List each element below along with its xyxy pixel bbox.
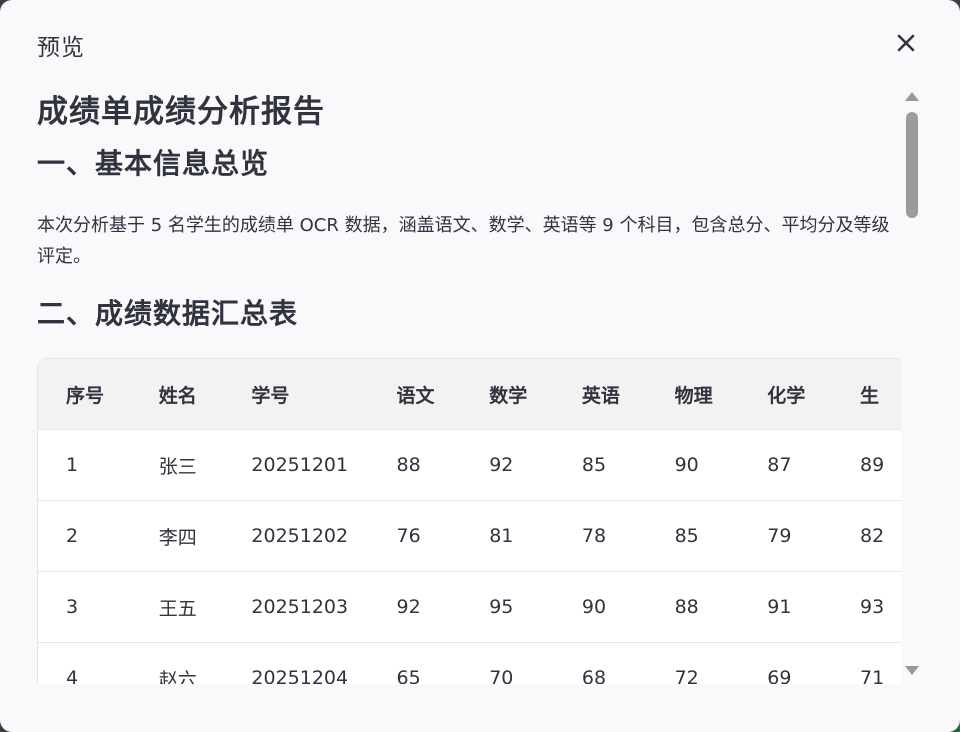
cell-biology: 89 bbox=[860, 429, 901, 501]
cell-name: 李四 bbox=[158, 500, 252, 572]
cell-english: 90 bbox=[581, 571, 675, 643]
modal-header: 预览 bbox=[0, 0, 960, 86]
section-heading-overview: 一、基本信息总览 bbox=[37, 147, 270, 180]
cell-biology: 93 bbox=[860, 571, 901, 643]
cell-student-id: 20251204 bbox=[251, 642, 397, 684]
cell-chinese: 92 bbox=[396, 571, 490, 643]
column-header-biology[interactable]: 生 bbox=[860, 359, 901, 430]
cell-index: 4 bbox=[38, 642, 159, 684]
cell-english: 78 bbox=[581, 500, 675, 572]
vertical-scrollbar[interactable] bbox=[902, 86, 922, 684]
cell-math: 70 bbox=[489, 642, 582, 684]
scroll-down-arrow-icon[interactable] bbox=[905, 666, 919, 675]
column-header-chinese[interactable]: 语文 bbox=[396, 359, 490, 430]
modal-title: 预览 bbox=[37, 35, 85, 61]
cell-index: 1 bbox=[38, 429, 159, 501]
cell-student-id: 20251202 bbox=[251, 500, 397, 572]
report-title: 成绩单成绩分析报告 bbox=[37, 94, 325, 130]
close-button[interactable] bbox=[892, 29, 920, 57]
cell-chemistry: 91 bbox=[767, 571, 860, 643]
cell-name: 张三 bbox=[158, 429, 252, 501]
cell-math: 81 bbox=[489, 500, 582, 572]
cell-english: 68 bbox=[581, 642, 675, 684]
cell-physics: 88 bbox=[674, 571, 768, 643]
grades-table: 序号 姓名 学号 语文 数学 英语 物理 化学 生 1 张三 20251201 … bbox=[38, 359, 901, 684]
cell-student-id: 20251203 bbox=[251, 571, 397, 643]
preview-content[interactable]: 成绩单成绩分析报告 一、基本信息总览 本次分析基于 5 名学生的成绩单 OCR … bbox=[37, 86, 901, 684]
cell-physics: 72 bbox=[674, 642, 768, 684]
column-header-physics[interactable]: 物理 bbox=[674, 359, 768, 430]
column-header-math[interactable]: 数学 bbox=[489, 359, 582, 430]
cell-chinese: 76 bbox=[396, 500, 490, 572]
intro-paragraph: 本次分析基于 5 名学生的成绩单 OCR 数据，涵盖语文、数学、英语等 9 个科… bbox=[37, 215, 890, 267]
column-header-english[interactable]: 英语 bbox=[581, 359, 675, 430]
cell-index: 3 bbox=[38, 571, 159, 643]
scroll-up-arrow-icon[interactable] bbox=[905, 92, 919, 101]
cell-biology: 71 bbox=[860, 642, 901, 684]
scrollbar-thumb[interactable] bbox=[906, 112, 918, 218]
cell-student-id: 20251201 bbox=[251, 429, 397, 501]
cell-math: 92 bbox=[489, 429, 582, 501]
cell-physics: 85 bbox=[674, 500, 768, 572]
cell-name: 王五 bbox=[158, 571, 252, 643]
preview-modal: 预览 成绩单成绩分析报告 一、基本信息总览 本次分析基于 5 名学生的成绩单 O… bbox=[0, 0, 960, 732]
column-header-student-id[interactable]: 学号 bbox=[251, 359, 397, 430]
table-row: 2 李四 20251202 76 81 78 85 79 82 bbox=[38, 500, 901, 572]
cell-index: 2 bbox=[38, 500, 159, 572]
cell-chinese: 88 bbox=[396, 429, 490, 501]
close-icon bbox=[897, 34, 915, 52]
cell-chemistry: 87 bbox=[767, 429, 860, 501]
cell-physics: 90 bbox=[674, 429, 768, 501]
table-row: 3 王五 20251203 92 95 90 88 91 93 bbox=[38, 571, 901, 643]
section-heading-summary-table: 二、成绩数据汇总表 bbox=[37, 297, 299, 330]
table-header-row: 序号 姓名 学号 语文 数学 英语 物理 化学 生 bbox=[38, 359, 901, 430]
table-row: 4 赵六 20251204 65 70 68 72 69 71 bbox=[38, 642, 901, 684]
table-row: 1 张三 20251201 88 92 85 90 87 89 bbox=[38, 429, 901, 501]
cell-english: 85 bbox=[581, 429, 675, 501]
column-header-index[interactable]: 序号 bbox=[38, 359, 159, 430]
cell-name: 赵六 bbox=[158, 642, 252, 684]
cell-chinese: 65 bbox=[396, 642, 490, 684]
cell-chemistry: 69 bbox=[767, 642, 860, 684]
cell-biology: 82 bbox=[860, 500, 901, 572]
grades-table-container[interactable]: 序号 姓名 学号 语文 数学 英语 物理 化学 生 1 张三 20251201 … bbox=[37, 358, 901, 684]
cell-chemistry: 79 bbox=[767, 500, 860, 572]
column-header-chemistry[interactable]: 化学 bbox=[767, 359, 860, 430]
cell-math: 95 bbox=[489, 571, 582, 643]
column-header-name[interactable]: 姓名 bbox=[158, 359, 252, 430]
